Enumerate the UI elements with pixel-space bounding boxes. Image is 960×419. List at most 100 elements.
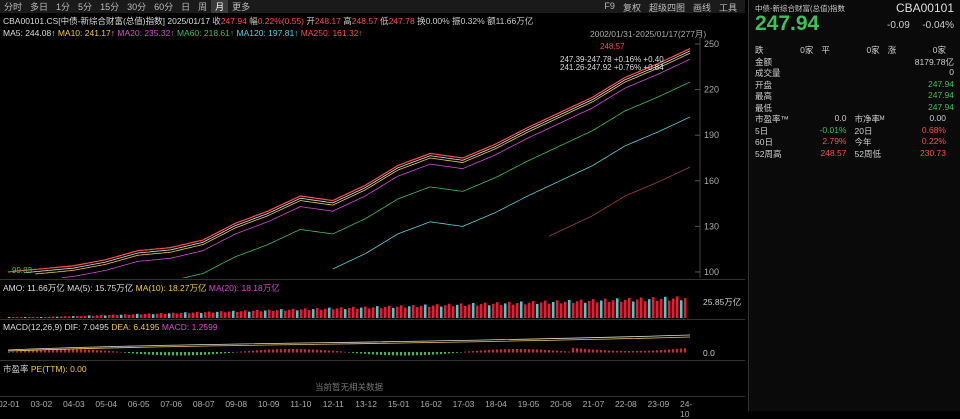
amo-bar bbox=[100, 315, 103, 318]
amo-bar bbox=[88, 315, 91, 318]
x-tick-label: 23-09 bbox=[647, 399, 670, 409]
macd-bar bbox=[352, 352, 354, 353]
ma5-line bbox=[24, 50, 691, 274]
macd-bar bbox=[156, 352, 158, 355]
amo-bar bbox=[168, 313, 171, 318]
macd-bar bbox=[420, 352, 422, 356]
tab-3[interactable]: 5分 bbox=[74, 0, 96, 13]
macd-bar bbox=[472, 351, 474, 353]
quote-row: 市盈率™ 0.0 市净率ᴹ 0.00 bbox=[755, 113, 946, 124]
amo-bar bbox=[372, 307, 375, 318]
macd-bar bbox=[476, 350, 478, 353]
amo-bar bbox=[532, 301, 535, 318]
amo-bar bbox=[228, 311, 231, 318]
amo-bar bbox=[492, 303, 495, 318]
dea-line bbox=[7, 336, 691, 352]
macd-bar bbox=[588, 349, 590, 353]
macd-bar bbox=[540, 349, 542, 353]
y-tick-label: 160 bbox=[704, 176, 719, 186]
tab-6[interactable]: 60分 bbox=[150, 0, 177, 13]
amo-bar bbox=[308, 310, 311, 318]
macd-bar bbox=[560, 350, 562, 353]
quote-percent: -0.04% bbox=[922, 20, 954, 31]
tool-1[interactable]: 复权 bbox=[623, 1, 641, 14]
amo-bar bbox=[92, 315, 95, 318]
amo-bar bbox=[408, 306, 411, 318]
tab-8[interactable]: 周 bbox=[194, 0, 211, 13]
x-tick-label: 20-06 bbox=[550, 399, 572, 409]
quote-row: 金额 8179.78亿 bbox=[755, 56, 954, 67]
label-t2: 241.26-247.92 +0.76% +0.84 bbox=[560, 63, 664, 72]
quote-row: 最高 247.94 bbox=[755, 90, 954, 101]
x-tick-label: 24-10 bbox=[680, 399, 693, 419]
macd-bar bbox=[256, 350, 258, 353]
tool-2[interactable]: 超级四图 bbox=[649, 1, 685, 14]
macd-bar bbox=[152, 352, 154, 355]
amo-bar bbox=[516, 303, 519, 318]
amo-bar bbox=[232, 310, 235, 318]
label-top: 248.57 bbox=[600, 42, 625, 51]
y-tick-label: 100 bbox=[704, 267, 719, 277]
amo-bar bbox=[76, 315, 79, 318]
tab-0[interactable]: 分时 bbox=[0, 0, 26, 13]
ma20-line bbox=[62, 58, 691, 278]
amo-bar bbox=[628, 297, 631, 318]
macd-bar bbox=[332, 350, 334, 353]
amo-bar bbox=[680, 300, 683, 318]
quote-panel: 中债-新综合财富(总值)指数 CBA00101 247.94 -0.09 -0.… bbox=[748, 0, 960, 411]
amo-bar bbox=[508, 301, 511, 318]
amo-bar bbox=[260, 311, 263, 318]
tab-4[interactable]: 15分 bbox=[96, 0, 123, 13]
macd-bar bbox=[348, 352, 350, 353]
amo-bar bbox=[432, 305, 435, 318]
amo-bar bbox=[84, 315, 87, 318]
amo-bar bbox=[360, 307, 363, 318]
quote-price: 247.94 bbox=[755, 12, 820, 35]
macd-bar bbox=[136, 352, 138, 354]
macd-bar bbox=[492, 349, 494, 353]
x-tick-label: 07-06 bbox=[160, 399, 183, 409]
amo-bar bbox=[412, 304, 415, 318]
amo-bar bbox=[392, 307, 395, 318]
price-line bbox=[7, 48, 691, 273]
amo-bar bbox=[664, 296, 667, 318]
amo-bar bbox=[616, 298, 619, 318]
macd-bar bbox=[460, 352, 462, 353]
amo-bar bbox=[380, 308, 383, 318]
quote-change: -0.09 bbox=[887, 20, 910, 31]
amo-bar bbox=[224, 312, 227, 318]
amo-bar bbox=[504, 303, 507, 318]
amo-bar bbox=[396, 306, 399, 318]
amo-bar bbox=[448, 303, 451, 318]
amo-bar bbox=[456, 304, 459, 318]
macd-bar bbox=[316, 349, 318, 353]
amo-bar bbox=[444, 305, 447, 318]
macd-bar bbox=[612, 350, 614, 353]
amo-bar bbox=[624, 299, 627, 318]
tab-10[interactable]: 更多 bbox=[228, 0, 254, 13]
amo-bar bbox=[256, 309, 259, 318]
macd-bar bbox=[528, 349, 530, 353]
amo-bar bbox=[564, 301, 567, 318]
tab-5[interactable]: 30分 bbox=[123, 0, 150, 13]
tab-7[interactable]: 日 bbox=[177, 0, 194, 13]
macd-bar bbox=[652, 350, 654, 353]
macd-bar bbox=[116, 351, 118, 353]
amo-bar bbox=[452, 306, 455, 318]
price-chart: 100130160190220250248.57247.39-247.78 +0… bbox=[7, 38, 719, 278]
amo-bar bbox=[568, 299, 571, 318]
tool-3[interactable]: 画线 bbox=[693, 1, 711, 14]
pe-empty: 当前暂无相关数据 bbox=[315, 382, 384, 392]
tool-4[interactable]: 工具 bbox=[719, 1, 737, 14]
tab-9[interactable]: 月 bbox=[211, 0, 229, 13]
tab-2[interactable]: 1分 bbox=[52, 0, 74, 13]
tab-1[interactable]: 多日 bbox=[26, 0, 52, 13]
amo-bar bbox=[656, 300, 659, 318]
amo-bar bbox=[188, 313, 191, 318]
amo-bar bbox=[552, 302, 555, 318]
amo-bar bbox=[148, 313, 151, 318]
macd-bar bbox=[344, 351, 346, 353]
tool-0[interactable]: F9 bbox=[604, 1, 615, 14]
amo-bar bbox=[212, 312, 215, 318]
amo-bar bbox=[332, 309, 335, 318]
